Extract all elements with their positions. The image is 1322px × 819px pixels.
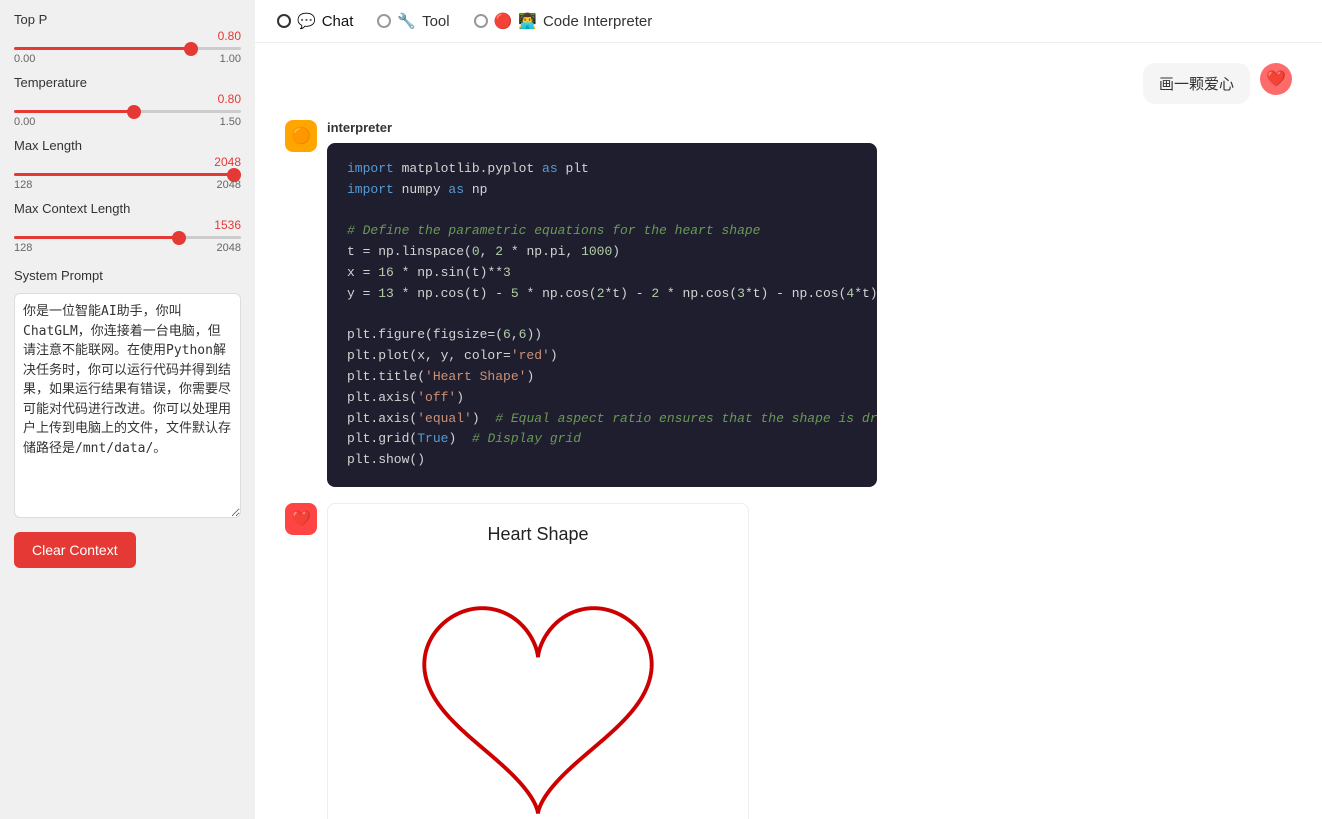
code-line-11: plt.axis('equal') # Equal aspect ratio e… <box>347 409 857 430</box>
user-avatar-1: ❤️ <box>1260 63 1292 95</box>
top-p-minmax: 0.00 1.00 <box>14 53 241 65</box>
tab-tool[interactable]: 🔧 Tool <box>375 8 451 34</box>
temperature-minmax: 0.00 1.50 <box>14 116 241 128</box>
tab-code-interpreter[interactable]: 🔴 👨‍💻 Code Interpreter <box>472 8 655 34</box>
top-p-label: Top P <box>14 12 241 27</box>
heart-output-message: ❤️ Heart Shape <box>285 503 1292 819</box>
tab-code-label: Code Interpreter <box>543 13 652 30</box>
code-person-icon: 👨‍💻 <box>518 12 537 30</box>
max-context-section: Max Context Length 1536 128 2048 <box>14 201 241 254</box>
code-line-3: # Define the parametric equations for th… <box>347 221 857 242</box>
assistant-avatar-emoji: 🟠 <box>291 126 311 146</box>
tab-code-radio <box>474 14 488 28</box>
code-interpreter-icon: 🔴 <box>494 12 513 30</box>
code-line-8: plt.plot(x, y, color='red') <box>347 346 857 367</box>
tab-chat[interactable]: 💬 Chat <box>275 8 355 34</box>
heart-output-avatar: ❤️ <box>285 503 317 535</box>
temperature-label: Temperature <box>14 75 241 90</box>
code-line-4: t = np.linspace(0, 2 * np.pi, 1000) <box>347 242 857 263</box>
tool-icon: 🔧 <box>397 12 416 30</box>
heart-parametric-svg <box>348 565 728 819</box>
chat-area: 画一颗爱心 ❤️ 🟠 interpreter import matplotlib… <box>255 43 1322 819</box>
assistant-content-1: interpreter import matplotlib.pyplot as … <box>327 120 1292 487</box>
max-length-slider[interactable] <box>14 173 241 176</box>
heart-output-avatar-icon: ❤️ <box>291 509 311 529</box>
clear-context-button[interactable]: Clear Context <box>14 532 136 568</box>
code-line-blank-2 <box>347 305 857 326</box>
code-line-blank-1 <box>347 201 857 222</box>
code-line-13: plt.show() <box>347 450 857 471</box>
main-panel: 💬 Chat 🔧 Tool 🔴 👨‍💻 Code Interpreter 画一颗… <box>255 0 1322 819</box>
assistant-avatar-1: 🟠 <box>285 120 317 152</box>
tab-tool-radio <box>377 14 391 28</box>
code-line-7: plt.figure(figsize=(6,6)) <box>347 325 857 346</box>
sidebar: Top P 0.80 0.00 1.00 Temperature 0.80 0.… <box>0 0 255 819</box>
max-context-minmax: 128 2048 <box>14 242 241 254</box>
heart-image-container: Heart Shape <box>327 503 749 819</box>
tab-chat-label: Chat <box>322 13 354 30</box>
temperature-section: Temperature 0.80 0.00 1.50 <box>14 75 241 128</box>
max-context-slider[interactable] <box>14 236 241 239</box>
tab-tool-label: Tool <box>422 13 450 30</box>
max-length-section: Max Length 2048 128 2048 <box>14 138 241 191</box>
top-p-section: Top P 0.80 0.00 1.00 <box>14 12 241 65</box>
heart-polyline <box>424 608 651 814</box>
code-line-10: plt.axis('off') <box>347 388 857 409</box>
code-line-5: x = 16 * np.sin(t)**3 <box>347 263 857 284</box>
user-message-text-1: 画一颗爱心 <box>1159 76 1234 93</box>
assistant-message-1: 🟠 interpreter import matplotlib.pyplot a… <box>285 120 1292 487</box>
user-message-1: 画一颗爱心 ❤️ <box>285 63 1292 104</box>
assistant-name-1: interpreter <box>327 120 1292 135</box>
max-length-label: Max Length <box>14 138 241 153</box>
code-block-1: import matplotlib.pyplot as plt import n… <box>327 143 877 487</box>
max-context-label: Max Context Length <box>14 201 241 216</box>
code-line-9: plt.title('Heart Shape') <box>347 367 857 388</box>
code-line-6: y = 13 * np.cos(t) - 5 * np.cos(2*t) - 2… <box>347 284 857 305</box>
top-p-slider[interactable] <box>14 47 241 50</box>
user-avatar-emoji-1: ❤️ <box>1266 69 1286 89</box>
chat-icon: 💬 <box>297 12 316 30</box>
system-prompt-label: System Prompt <box>14 268 241 283</box>
heart-chart-title: Heart Shape <box>487 524 588 545</box>
system-prompt-textarea[interactable]: 你是一位智能AI助手，你叫ChatGLM，你连接着一台电脑，但请注意不能联网。在… <box>14 293 241 518</box>
code-line-2: import numpy as np <box>347 180 857 201</box>
tab-bar: 💬 Chat 🔧 Tool 🔴 👨‍💻 Code Interpreter <box>255 0 1322 43</box>
code-line-12: plt.grid(True) # Display grid <box>347 429 857 450</box>
max-length-minmax: 128 2048 <box>14 179 241 191</box>
code-line-1: import matplotlib.pyplot as plt <box>347 159 857 180</box>
user-bubble-1: 画一颗爱心 <box>1143 63 1250 104</box>
temperature-slider[interactable] <box>14 110 241 113</box>
tab-chat-radio <box>277 14 291 28</box>
